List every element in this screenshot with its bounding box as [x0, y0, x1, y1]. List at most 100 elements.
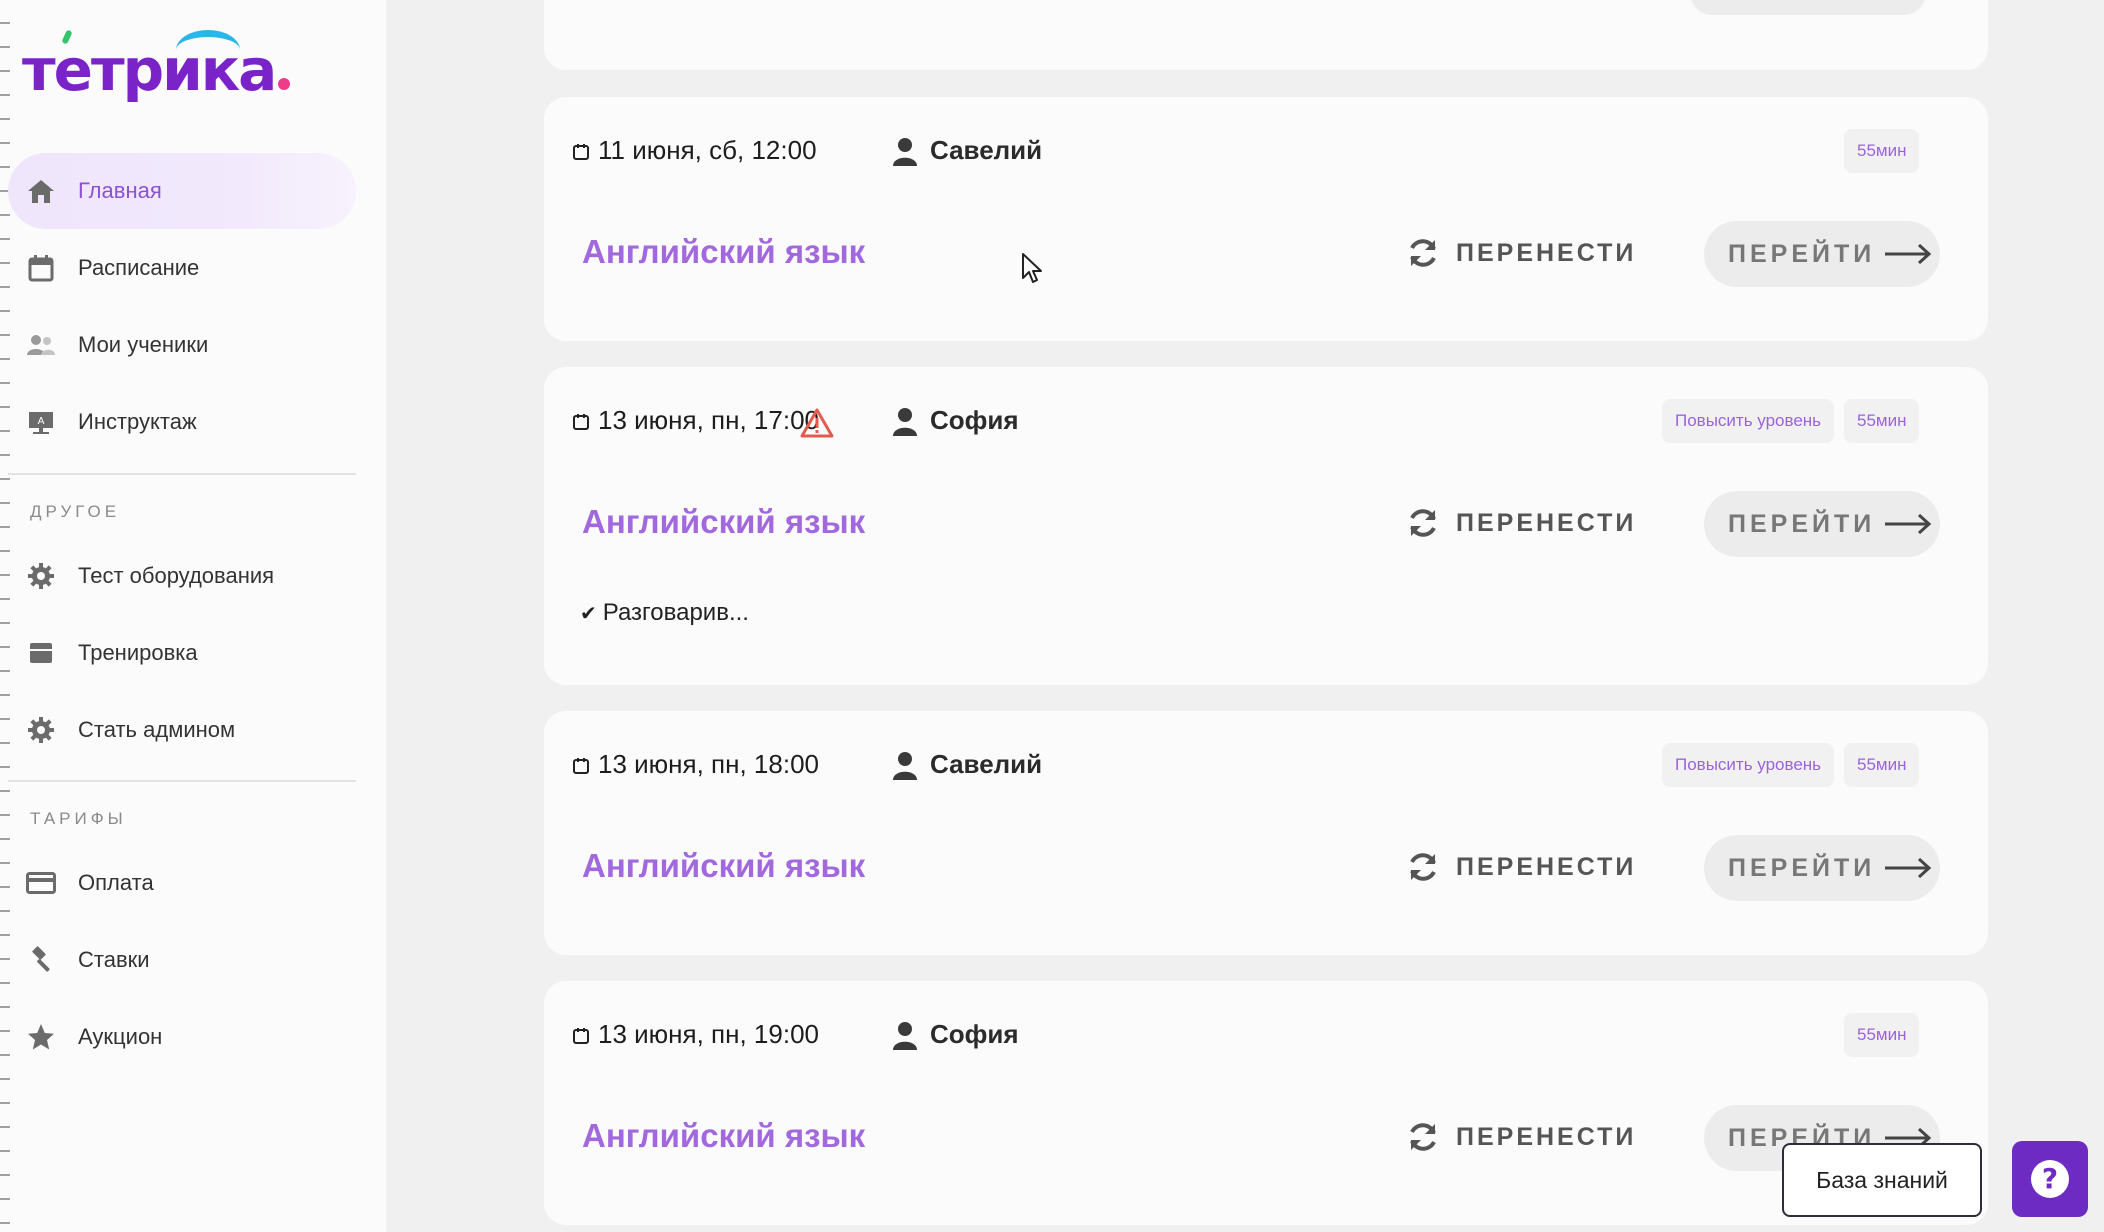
duration-badge: 55мин — [1844, 399, 1920, 443]
goto-button[interactable]: ПЕРЕЙТИ — [1704, 221, 1940, 287]
logo[interactable]: тетрика — [22, 26, 302, 106]
lesson-date: 13 июня, пн, 18:00 — [598, 749, 819, 779]
sidebar-item-label: Мои ученики — [78, 332, 209, 357]
sidebar-item-students[interactable]: Мои ученики — [8, 307, 356, 383]
gear-icon — [26, 561, 56, 591]
lesson-subject: Английский язык — [582, 847, 866, 884]
goto-label: ПЕРЕЙТИ — [1728, 239, 1876, 268]
refresh-icon — [1410, 853, 1436, 881]
lessons-list: 11 июня, сб, 12:00 Савелий 55мин Английс… — [386, 0, 2104, 1232]
student-name[interactable]: София — [930, 405, 1019, 436]
sidebar-divider — [8, 473, 356, 475]
duration-badge: 55мин — [1844, 1013, 1920, 1057]
lesson-date: 13 июня, пн, 19:00 — [598, 1019, 819, 1049]
lesson-date: 13 июня, пн, 17:00 — [598, 405, 819, 435]
lesson-subject: Английский язык — [582, 503, 866, 540]
sidebar-item-label: Главная — [78, 178, 162, 203]
svg-text:?: ? — [2042, 1162, 2058, 1195]
person-icon — [893, 1022, 917, 1050]
sidebar: тетрика Главная Расписание Мои ученики A… — [0, 0, 386, 1232]
sidebar-item-training[interactable]: Тренировка — [8, 615, 356, 691]
student-name[interactable]: Савелий — [930, 135, 1042, 166]
reschedule-label: ПЕРЕНЕСТИ — [1456, 508, 1637, 537]
sidebar-item-label: Ставки — [78, 947, 150, 972]
person-icon — [893, 408, 917, 436]
reschedule-label: ПЕРЕНЕСТИ — [1456, 238, 1637, 267]
sidebar-item-rates[interactable]: Ставки — [8, 922, 356, 998]
sidebar-item-label: Инструктаж — [78, 409, 197, 434]
lesson-subject: Английский язык — [582, 233, 866, 270]
lesson-card: 13 июня, пн, 19:00 София 55мин Английски… — [544, 981, 1988, 1225]
sidebar-item-label: Тренировка — [78, 640, 198, 665]
refresh-icon — [1410, 239, 1436, 267]
goto-button[interactable]: ПЕРЕЙТИ — [1704, 835, 1940, 901]
calendar-icon — [573, 414, 589, 430]
arrow-right-icon — [1885, 513, 1932, 535]
goto-button[interactable]: ПЕРЕЙТИ — [1704, 491, 1940, 557]
question-icon: ? — [2031, 1160, 2069, 1198]
reschedule-button[interactable]: ПЕРЕНЕСТИ — [1406, 236, 1636, 270]
lesson-subject: Английский язык — [582, 1117, 866, 1154]
refresh-icon — [1410, 509, 1436, 537]
refresh-icon — [1410, 1123, 1436, 1151]
sidebar-item-schedule[interactable]: Расписание — [8, 230, 356, 306]
goto-label: ПЕРЕЙТИ — [1728, 853, 1876, 882]
sidebar-item-label: Расписание — [78, 255, 200, 280]
lesson-date: 11 июня, сб, 12:00 — [598, 135, 817, 165]
mouse-cursor-icon — [1022, 253, 1042, 283]
sidebar-item-label: Тест оборудования — [78, 563, 275, 588]
sidebar-item-instruction[interactable]: A Инструктаж — [8, 384, 356, 460]
arrow-right-icon — [1885, 857, 1932, 879]
calendar-icon — [573, 1028, 589, 1044]
section-title-tariffs: ТАРИФЫ — [30, 809, 127, 828]
calendar-icon — [573, 144, 589, 160]
person-icon — [893, 138, 917, 166]
lesson-card: 13 июня, пн, 17:00 София Повысить уровен… — [544, 367, 1988, 685]
sidebar-item-become-admin[interactable]: Стать админом — [8, 692, 356, 768]
knowledge-base-label: База знаний — [1816, 1166, 1948, 1193]
section-title-other: ДРУГОЕ — [30, 502, 121, 521]
duration-badge: 55мин — [1844, 129, 1920, 173]
sidebar-item-auction[interactable]: Аукцион — [8, 999, 356, 1075]
sidebar-item-home[interactable]: Главная — [8, 153, 356, 229]
calendar-icon — [573, 758, 589, 774]
calendar-icon — [26, 253, 56, 283]
gavel-icon — [26, 945, 56, 975]
person-icon — [893, 752, 917, 780]
star-icon — [26, 1022, 56, 1052]
lesson-card: 13 июня, пн, 18:00 Савелий Повысить уров… — [544, 711, 1988, 955]
student-name[interactable]: Савелий — [930, 749, 1042, 780]
arrow-right-icon — [1885, 243, 1932, 265]
reschedule-button[interactable]: ПЕРЕНЕСТИ — [1406, 850, 1636, 884]
logo-text: тетрика — [22, 36, 277, 104]
credit-card-icon — [26, 868, 56, 898]
student-name[interactable]: София — [930, 1019, 1019, 1050]
knowledge-base-button[interactable]: База знаний — [1782, 1143, 1982, 1217]
reschedule-button[interactable]: ПЕРЕНЕСТИ — [1406, 506, 1636, 540]
sidebar-divider — [8, 780, 356, 782]
duration-badge: 55мин — [1844, 743, 1920, 787]
sidebar-item-label: Аукцион — [78, 1024, 163, 1049]
lesson-card: 11 июня, сб, 12:00 Савелий 55мин Английс… — [544, 97, 1988, 341]
reschedule-label: ПЕРЕНЕСТИ — [1456, 852, 1637, 881]
svg-text:A: A — [38, 416, 45, 427]
lesson-card-previous — [544, 0, 1988, 70]
level-up-badge[interactable]: Повысить уровень — [1662, 399, 1835, 443]
sidebar-item-label: Оплата — [78, 870, 154, 895]
goto-label: ПЕРЕЙТИ — [1728, 509, 1876, 538]
help-button[interactable]: ? — [2012, 1141, 2088, 1217]
lesson-note-text: Разговарив... — [602, 599, 749, 626]
sidebar-item-equipment-test[interactable]: Тест оборудования — [8, 538, 356, 614]
lesson-note[interactable]: ✔ Разговарив... — [580, 599, 749, 627]
reschedule-button[interactable]: ПЕРЕНЕСТИ — [1406, 1120, 1636, 1154]
logo-dot — [278, 78, 290, 90]
sidebar-item-payment[interactable]: Оплата — [8, 845, 356, 921]
reschedule-label: ПЕРЕНЕСТИ — [1456, 1122, 1637, 1151]
warning-icon — [800, 408, 834, 438]
level-up-badge[interactable]: Повысить уровень — [1662, 743, 1835, 787]
presentation-icon: A — [26, 407, 56, 437]
check-icon: ✔ — [580, 603, 597, 625]
sidebar-item-label: Стать админом — [78, 717, 236, 742]
window-icon — [26, 638, 56, 668]
goto-button-partial[interactable] — [1690, 0, 1926, 15]
